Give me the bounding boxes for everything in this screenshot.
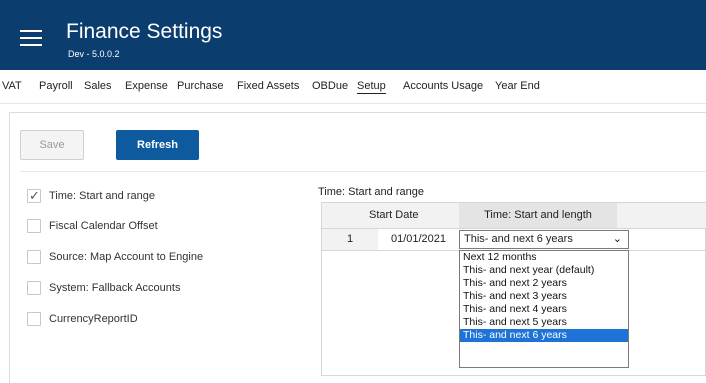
tab-sales[interactable]: Sales (84, 80, 112, 92)
dropdown-option[interactable]: This- and next 5 years (460, 316, 628, 329)
grid-header: Start Date Time: Start and length (322, 203, 706, 229)
time-length-select[interactable]: This- and next 6 years ⌄ (459, 230, 629, 249)
save-button[interactable]: Save (20, 130, 84, 160)
tab-obdue[interactable]: OBDue (312, 80, 348, 92)
refresh-button[interactable]: Refresh (116, 130, 199, 160)
tab-fixed-assets[interactable]: Fixed Assets (237, 80, 299, 92)
tab-vat[interactable]: VAT (2, 80, 22, 92)
tab-setup[interactable]: Setup (357, 80, 386, 94)
tab-purchase[interactable]: Purchase (177, 80, 223, 92)
dropdown-option-selected[interactable]: This- and next 6 years (460, 329, 628, 342)
app-header: Finance Settings Dev - 5.0.0.2 (0, 0, 706, 70)
tab-payroll[interactable]: Payroll (39, 80, 73, 92)
dropdown-option[interactable]: This- and next 4 years (460, 303, 628, 316)
dropdown-option[interactable]: This- and next year (default) (460, 264, 628, 277)
divider (20, 171, 706, 172)
checkbox[interactable] (27, 250, 41, 264)
check-label: Time: Start and range (49, 190, 155, 202)
column-header-start-date[interactable]: Start Date (369, 209, 419, 221)
check-label: System: Fallback Accounts (49, 282, 181, 294)
dropdown-option[interactable]: This- and next 2 years (460, 277, 628, 290)
app-title: Finance Settings (66, 20, 223, 43)
tab-year-end[interactable]: Year End (495, 80, 540, 92)
check-label: Source: Map Account to Engine (49, 251, 204, 263)
tab-expense[interactable]: Expense (125, 80, 168, 92)
check-label: Fiscal Calendar Offset (49, 220, 158, 232)
select-value: This- and next 6 years (464, 233, 573, 245)
time-length-dropdown: Next 12 months This- and next year (defa… (459, 250, 629, 368)
settings-nav: VAT Payroll Sales Expense Purchase Fixed… (0, 70, 706, 104)
checkbox[interactable] (27, 312, 41, 326)
checkbox[interactable] (27, 281, 41, 295)
checkbox[interactable]: ✓ (27, 188, 41, 203)
column-header-time[interactable]: Time: Start and length (459, 203, 617, 228)
tab-accounts-usage[interactable]: Accounts Usage (403, 80, 483, 92)
grid-title: Time: Start and range (318, 186, 424, 198)
app-version: Dev - 5.0.0.2 (68, 49, 120, 59)
menu-icon[interactable] (20, 30, 42, 48)
chevron-down-icon: ⌄ (612, 233, 622, 245)
row-number: 1 (322, 229, 378, 250)
dropdown-option[interactable]: This- and next 3 years (460, 290, 628, 303)
checkmark-icon: ✓ (29, 188, 40, 203)
dropdown-option[interactable]: Next 12 months (460, 251, 628, 264)
start-date-cell[interactable]: 01/01/2021 (378, 229, 459, 250)
check-label: CurrencyReportID (49, 313, 138, 325)
checkbox[interactable] (27, 219, 41, 233)
